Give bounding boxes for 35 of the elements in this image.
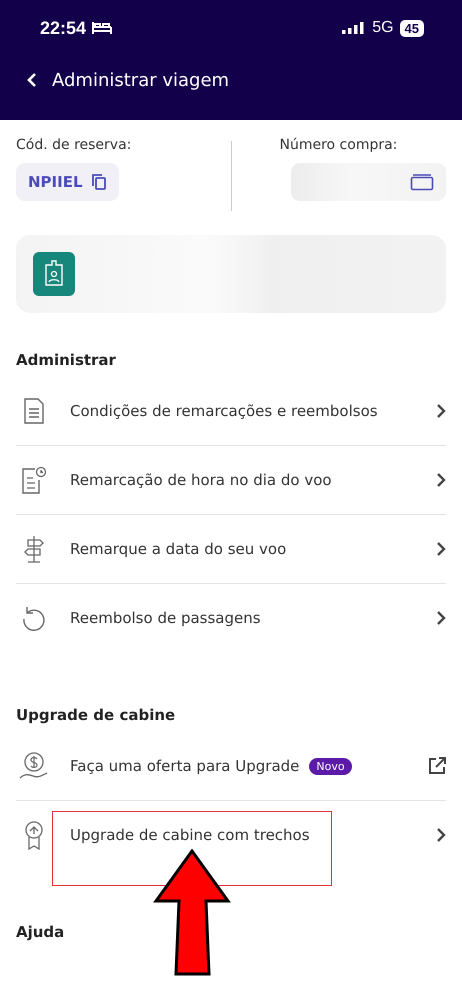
item-label: Condições de remarcações e reembolsos [70, 402, 378, 420]
external-link-icon [428, 757, 446, 775]
new-badge: Novo [309, 758, 352, 774]
menu-item[interactable]: Remarque a data do seu voo [16, 515, 446, 584]
status-time: 22:54 [40, 18, 86, 38]
purchase-label: Número compra: [280, 137, 398, 153]
section-heading: Upgrade de cabine [16, 706, 176, 724]
booking-label: Cód. de reserva: [16, 137, 132, 153]
signal-icon [342, 21, 366, 35]
item-label: Reembolso de passagens [70, 609, 261, 627]
page-title: Administrar viagem [52, 70, 230, 90]
item-label: Remarcação de hora no dia do voo [70, 471, 332, 489]
menu-item[interactable]: Upgrade de cabine com trechos [16, 801, 446, 869]
network-label: 5G [372, 19, 394, 37]
menu-item[interactable]: Reembolso de passagens [16, 584, 446, 652]
menu-item[interactable]: Remarcação de hora no dia do voo [16, 446, 446, 515]
battery-icon: 45 [400, 20, 424, 36]
chevron-right-icon [436, 827, 446, 843]
badge-icon [33, 252, 75, 296]
chevron-right-icon [436, 610, 446, 626]
menu-item[interactable]: Faça uma oferta para Upgrade Novo [16, 732, 446, 801]
item-label: Remarque a data do seu voo [70, 540, 286, 558]
chevron-right-icon [436, 541, 446, 557]
item-label: Faça uma oferta para Upgrade [70, 757, 300, 775]
chevron-right-icon [436, 472, 446, 488]
section-heading: Administrar [16, 351, 116, 369]
chevron-right-icon [436, 403, 446, 419]
back-icon[interactable] [26, 71, 38, 89]
menu-item[interactable]: Condições de remarcações e reembolsos [16, 377, 446, 446]
item-label: Upgrade de cabine com trechos [70, 826, 310, 844]
booking-code-chip[interactable]: NPIIEL [16, 163, 119, 201]
section-heading: Ajuda [16, 923, 64, 941]
wallet-icon [410, 173, 434, 191]
copy-icon [90, 173, 107, 191]
bed-icon [92, 21, 112, 35]
